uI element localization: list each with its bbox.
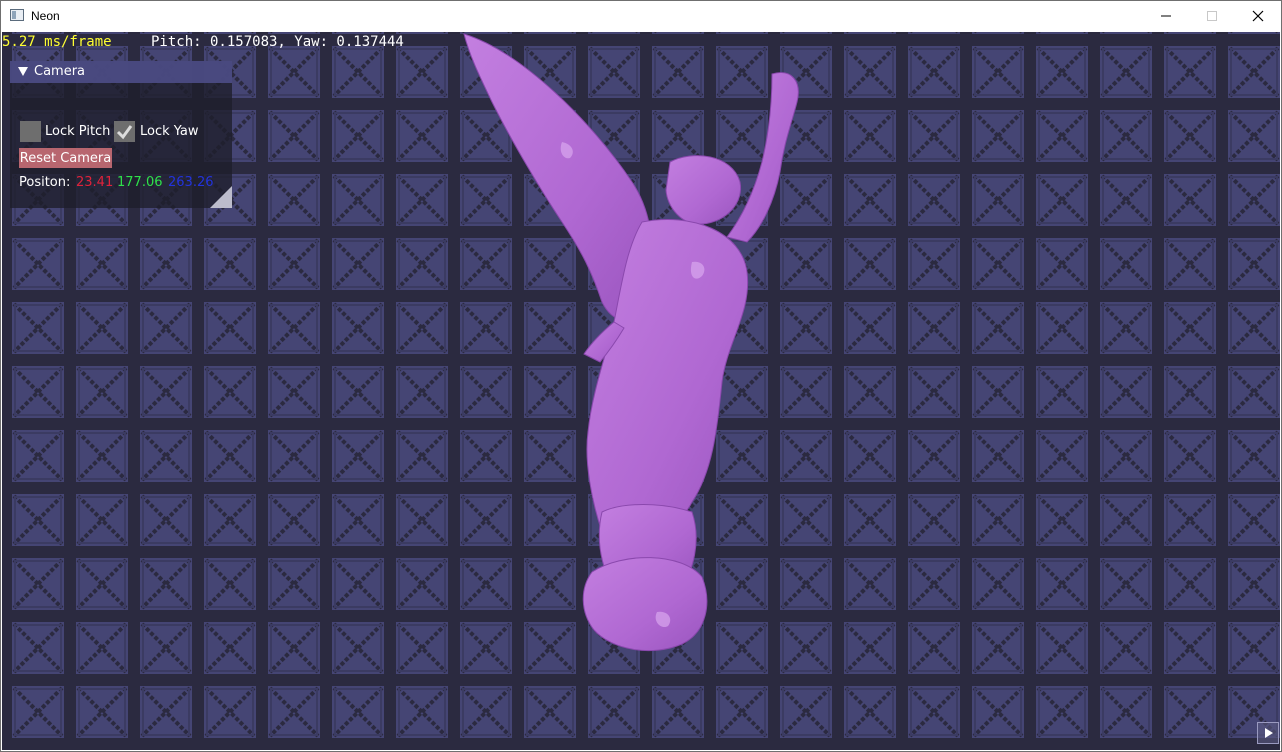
position-label: Positon: [19,175,71,190]
camera-panel: Camera Lock Pitch Lock Yaw Reset Camera … [10,61,232,208]
position-x-value: 23.41 [76,175,114,190]
panel-resize-grip[interactable] [210,186,232,208]
frametime-readout: 5.27 ms/frame [2,34,112,50]
app-window-icon [10,9,24,21]
render-viewport[interactable]: 5.27 ms/frame Pitch: 0.157083, Yaw: 0.13… [2,32,1280,750]
title-bar[interactable]: Neon [1,1,1281,31]
play-corner-button[interactable] [1257,722,1279,744]
checkmark-icon [116,125,133,140]
reset-camera-button[interactable]: Reset Camera [19,148,112,168]
position-y-value: 177.06 [117,175,163,190]
camera-panel-title: Camera [34,64,86,79]
lock-yaw-checkbox[interactable] [114,121,135,142]
close-button[interactable] [1235,1,1281,31]
maximize-icon [1207,11,1217,21]
maximize-button[interactable] [1189,1,1235,31]
lock-pitch-label: Lock Pitch [45,124,111,139]
pitch-yaw-readout: Pitch: 0.157083, Yaw: 0.137444 [151,34,404,50]
position-z-value: 263.26 [168,175,214,190]
window-title: Neon [31,9,60,23]
lock-pitch-checkbox[interactable] [20,121,41,142]
camera-panel-header[interactable]: Camera [10,61,232,83]
app-window: Neon 5.27 ms/frame Pitch: 0.157083, Yaw:… [0,0,1282,752]
minimize-button[interactable] [1143,1,1189,31]
lock-yaw-label: Lock Yaw [140,124,199,139]
collapse-arrow-icon[interactable] [18,67,28,76]
minimize-icon [1161,15,1171,17]
close-icon [1252,10,1264,22]
